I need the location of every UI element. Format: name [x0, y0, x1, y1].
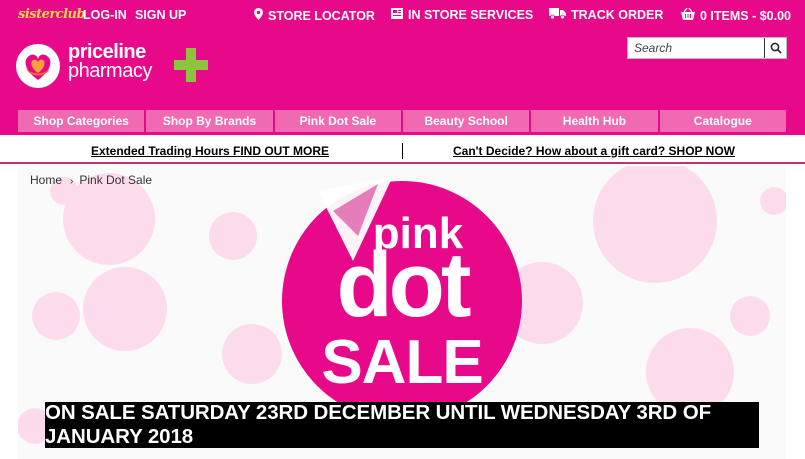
store-locator-link[interactable]: STORE LOCATOR: [254, 8, 375, 23]
pharmacy-cross-icon: [174, 48, 208, 82]
breadcrumb-current: Pink Dot Sale: [79, 173, 153, 187]
banner-word-sale: SALE: [321, 328, 482, 397]
nav-shop-categories[interactable]: Shop Categories: [18, 110, 145, 132]
cart-link[interactable]: 0 ITEMS - $0.00: [681, 7, 792, 23]
gift-card-link[interactable]: Can't Decide? How about a gift card? SHO…: [453, 144, 735, 158]
nav-health-hub[interactable]: Health Hub: [531, 110, 658, 132]
nav-catalogue[interactable]: Catalogue: [659, 110, 786, 132]
search-input[interactable]: [628, 38, 764, 58]
login-link[interactable]: LOG-IN: [83, 8, 127, 22]
search-button[interactable]: [764, 38, 786, 58]
newspaper-icon: [391, 8, 403, 22]
top-bar: sisterclub LOG-IN SIGN UP STORE LOCATOR …: [0, 0, 805, 32]
logo-heart-icon: [16, 44, 60, 88]
breadcrumb: Home › Pink Dot Sale: [30, 173, 152, 187]
promo-strip: Extended Trading Hours FIND OUT MORE Can…: [0, 137, 805, 164]
truck-icon: [549, 8, 566, 22]
nav-pink-dot-sale[interactable]: Pink Dot Sale: [274, 110, 401, 132]
in-store-services-label: IN STORE SERVICES: [408, 8, 534, 22]
priceline-logo[interactable]: priceline pharmacy: [14, 42, 214, 92]
main-nav: Shop Categories Shop By Brands Pink Dot …: [18, 110, 786, 132]
search-box: [627, 37, 787, 59]
basket-icon: [681, 7, 695, 23]
decor-dot: [83, 267, 167, 351]
main-content: pink dot SALE Home › Pink Dot Sale ON SALE…: [18, 166, 786, 459]
promo-divider: [402, 143, 403, 159]
site-header: sisterclub LOG-IN SIGN UP STORE LOCATOR …: [0, 0, 805, 135]
in-store-services-link[interactable]: IN STORE SERVICES: [391, 8, 533, 22]
decor-dot: [760, 187, 786, 215]
logo-wordmark: priceline pharmacy: [68, 42, 152, 82]
decor-dot: [209, 212, 257, 260]
breadcrumb-home[interactable]: Home: [30, 173, 62, 187]
nav-beauty-school[interactable]: Beauty School: [402, 110, 530, 132]
signup-link[interactable]: SIGN UP: [135, 8, 186, 22]
cart-summary: 0 ITEMS - $0.00: [700, 8, 792, 23]
nav-shop-by-brands[interactable]: Shop By Brands: [146, 110, 273, 132]
sale-dates-banner: ON SALE SATURDAY 23RD DECEMBER UNTIL WED…: [45, 401, 759, 448]
track-order-link[interactable]: TRACK ORDER: [549, 8, 663, 22]
decor-dot: [593, 166, 717, 283]
store-locator-label: STORE LOCATOR: [268, 8, 375, 23]
decor-dot: [730, 296, 770, 336]
track-order-label: TRACK ORDER: [571, 8, 664, 22]
banner-word-dot: dot: [336, 234, 470, 336]
sisterclub-link[interactable]: sisterclub: [18, 7, 86, 22]
decor-dot: [222, 324, 282, 384]
logo-line-2: pharmacy: [68, 60, 152, 82]
search-icon: [770, 42, 782, 54]
trading-hours-link[interactable]: Extended Trading Hours FIND OUT MORE: [91, 144, 329, 158]
breadcrumb-separator-icon: ›: [70, 176, 74, 187]
decor-dot: [32, 292, 80, 340]
map-pin-icon: [254, 8, 263, 23]
